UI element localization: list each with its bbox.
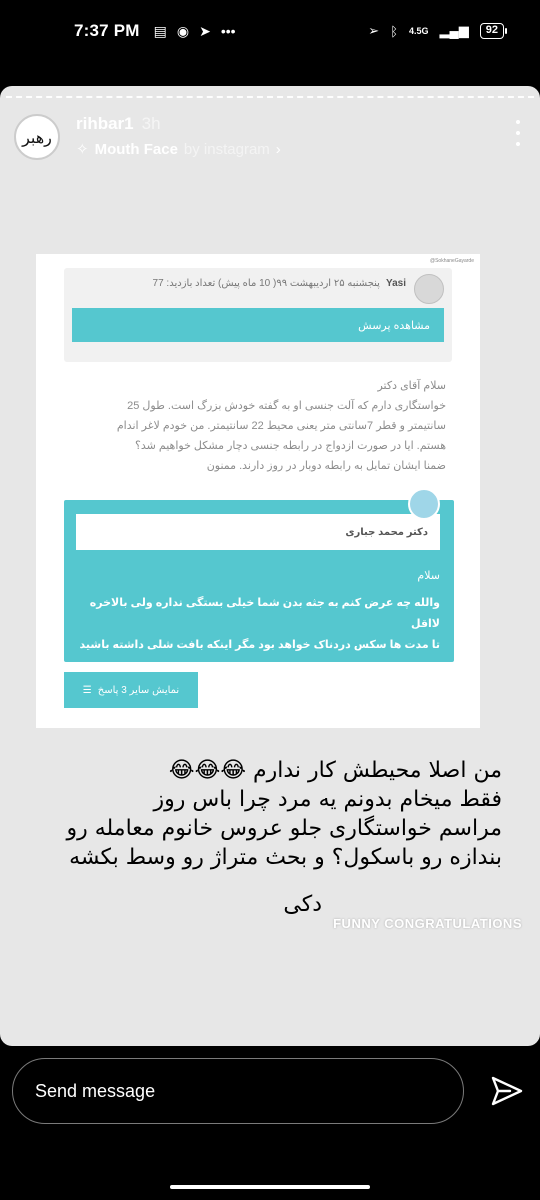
effect-name[interactable]: Mouth Face [95, 141, 178, 158]
question-line: سانتیمتر و قطر 7سانتی متر یعنی محیط 22 س… [116, 420, 446, 432]
chevron-right-icon: › [275, 140, 281, 158]
doctor-avatar [408, 488, 440, 520]
embedded-screenshot: @SokhaneGayarde Yasi پنجشنبه ۲۵ اردیبهشت … [36, 254, 480, 728]
story-age: 3h [141, 114, 161, 133]
signal-icon: ▂▄▆ [439, 23, 469, 38]
story-caption: من اصلا محیطش کار ندارم 😂😂😂 فقط میخام بد… [10, 756, 502, 919]
caption-line: دکی [283, 892, 322, 917]
home-indicator[interactable] [170, 1185, 370, 1189]
more-notifications-icon: ••• [220, 23, 236, 39]
send-message-placeholder: Send message [35, 1080, 156, 1101]
list-icon: ☰ [82, 684, 92, 696]
more-options-icon[interactable] [510, 116, 526, 150]
question-line: خواستگاری دارم که آلت جنسی او به گفته خو… [127, 400, 446, 412]
send-icon[interactable] [490, 1074, 524, 1108]
screenshot-watermark: @SokhaneGayarde [430, 258, 474, 264]
status-bar: 7:37 PM ▤ ◉ ➤ ••• ➢ ᛒ 4.5G ▂▄▆ 92 [0, 0, 540, 62]
question-line: ضمنا ایشان تمایل به رابطه دوبار در روز د… [206, 460, 446, 472]
effect-by: by instagram [183, 140, 270, 158]
story-card[interactable]: رهبر rihbar1 3h ✧ Mouth Face by instagram… [0, 86, 540, 1046]
status-time: 7:37 PM [74, 21, 140, 40]
notification-icons: ▤ ◉ ➤ ••• [154, 23, 236, 40]
answer-doctor-name: دکتر محمد جباری [345, 526, 428, 538]
caption-line: بندازه رو باسکول؟ و بحث متراژ رو وسط بکش… [69, 845, 502, 870]
answer-greeting: سلام [417, 570, 440, 582]
post-meta-text: پنجشنبه ۲۵ اردیبهشت ۹۹( 10 ماه پیش) تعدا… [152, 278, 380, 289]
news-icon: ▤ [153, 22, 167, 39]
telegram-icon: ➤ [199, 22, 211, 39]
answer-text: سلام والله چه عرض کنم به جثه بدن شما خیل… [76, 566, 440, 656]
question-line: سلام آقای دکتر [377, 380, 446, 392]
battery-icon: 92 [479, 23, 508, 39]
username-text[interactable]: rihbar1 [76, 114, 134, 133]
answer-line: تا مدت ها سکس دردناک خواهد بود مگر اینکه… [79, 639, 440, 651]
avatar-logo: رهبر [22, 127, 52, 147]
caption-line: مراسم خواستگاری جلو عروس خانوم معامله رو [66, 816, 502, 841]
post-meta: Yasi پنجشنبه ۲۵ اردیبهشت ۹۹( 10 ماه پیش) … [153, 278, 406, 289]
question-post: Yasi پنجشنبه ۲۵ اردیبهشت ۹۹( 10 ماه پیش) … [64, 268, 452, 362]
username[interactable]: rihbar1 3h [76, 114, 161, 134]
answer-header: دکتر محمد جباری [76, 514, 440, 550]
question-line: هستم. ایا در صورت ازدواج در رابطه جنسی د… [135, 440, 446, 452]
view-question-button: مشاهده پرسش [72, 308, 444, 342]
story-viewer: 7:37 PM ▤ ◉ ➤ ••• ➢ ᛒ 4.5G ▂▄▆ 92 رهبر r… [0, 0, 540, 1200]
question-text: سلام آقای دکتر خواستگاری دارم که آلت جنس… [70, 376, 446, 476]
send-message-input[interactable]: Send message [12, 1058, 464, 1124]
bluetooth-icon: ᛒ [390, 23, 399, 39]
spotify-icon: ◉ [176, 22, 190, 39]
story-progress-bar [6, 96, 534, 98]
answer-line: والله چه عرض کنم به جثه بدن شما خیلی بست… [89, 597, 440, 630]
status-right: ➢ ᛒ 4.5G ▂▄▆ 92 [368, 23, 508, 39]
location-icon: ➢ [368, 23, 380, 38]
avatar[interactable]: رهبر [14, 114, 60, 160]
funny-congratulations-sticker: FUNNY CONGRATULATIONS [333, 916, 522, 931]
show-more-answers-button: نمایش سایر 3 پاسخ ☰ [64, 672, 198, 708]
more-answers-label: نمایش سایر 3 پاسخ [97, 684, 180, 696]
story-header: رهبر rihbar1 3h ✧ Mouth Face by instagram… [12, 110, 528, 166]
post-avatar [414, 274, 444, 304]
sparkle-icon: ✧ [76, 141, 89, 158]
effect-attribution[interactable]: ✧ Mouth Face by instagram › [76, 140, 281, 159]
network-label: 4.5G [409, 26, 429, 36]
answer-box: دکتر محمد جباری سلام والله چه عرض کنم به… [64, 488, 454, 662]
caption-line: من اصلا محیطش کار ندارم 😂😂😂 [168, 758, 502, 783]
post-author: Yasi [385, 278, 406, 289]
caption-line: فقط میخام بدونم یه مرد چرا باس روز [153, 787, 502, 812]
